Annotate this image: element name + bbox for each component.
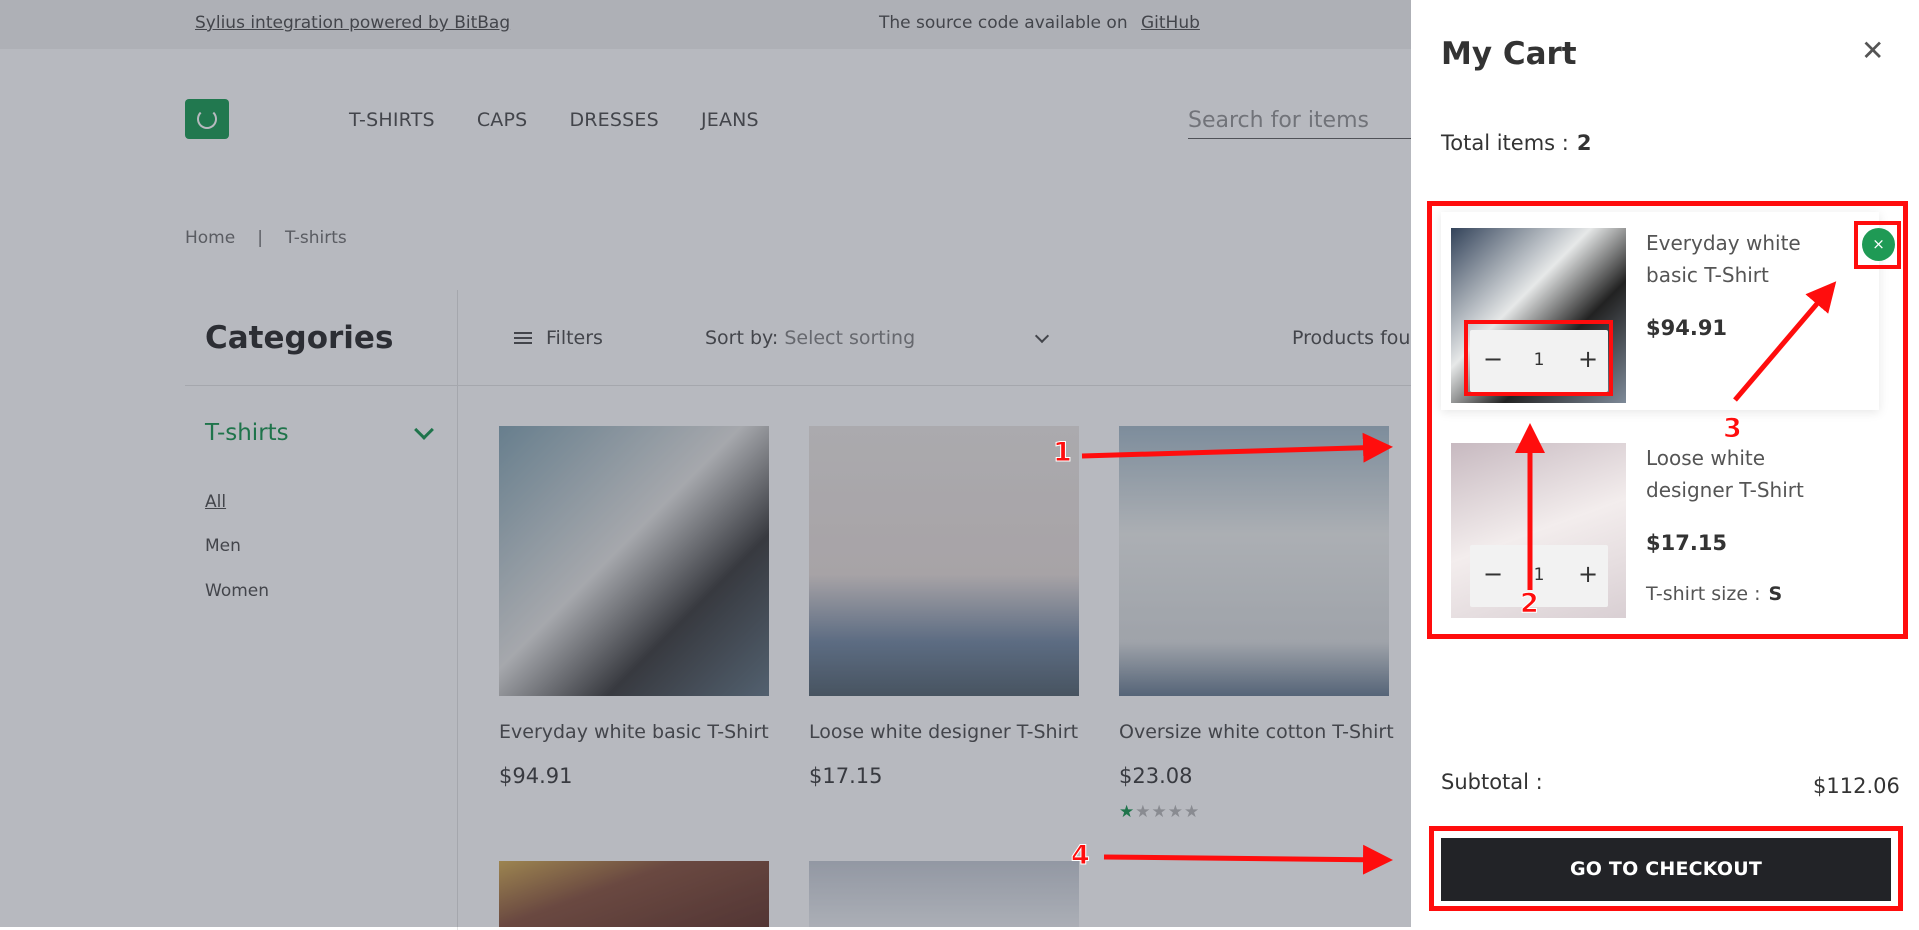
annotation-number: 1: [1053, 437, 1073, 469]
close-icon[interactable]: ✕: [1861, 36, 1884, 66]
page-dim-overlay[interactable]: [0, 0, 1411, 927]
annotation-box-cart-items: [1427, 201, 1908, 639]
total-items-value: 2: [1576, 131, 1592, 155]
annotation-number: 3: [1723, 413, 1743, 445]
total-items: Total items : 2: [1441, 131, 1591, 155]
subtotal-label: Subtotal :: [1441, 770, 1543, 794]
annotation-box-quantity: [1464, 320, 1613, 396]
subtotal-value: $112.06: [1813, 774, 1900, 798]
cart-title: My Cart: [1441, 36, 1577, 72]
annotation-box-remove: [1854, 221, 1901, 269]
total-items-label: Total items :: [1441, 131, 1569, 155]
annotation-box-checkout: [1429, 826, 1903, 911]
annotation-number: 2: [1520, 588, 1540, 620]
annotation-number: 4: [1071, 840, 1091, 872]
